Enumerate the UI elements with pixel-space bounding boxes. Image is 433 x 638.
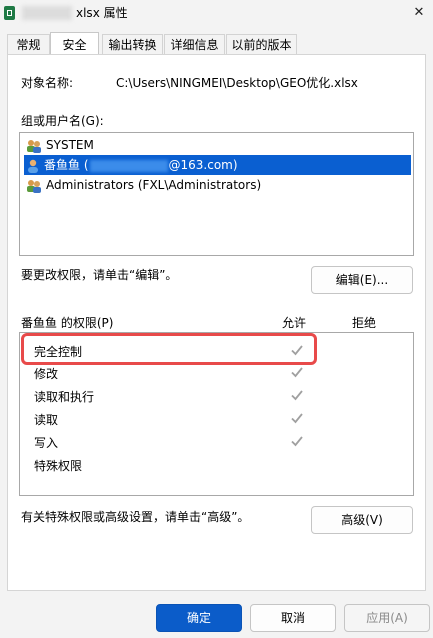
users-group-icon	[27, 179, 41, 193]
perm-modify: 修改	[34, 367, 59, 381]
perm-write: 写入	[34, 436, 59, 450]
annotation-highlight-box	[21, 333, 317, 365]
user-icon	[28, 159, 38, 173]
user-row-administrators[interactable]: Administrators (FXL\Administrators)	[24, 175, 411, 195]
users-group-icon	[27, 139, 41, 153]
tab-bar: 常规 安全 输出转换 详细信息 以前的版本	[0, 32, 433, 55]
perm-read-execute: 读取和执行	[34, 390, 95, 404]
apply-button[interactable]: 应用(A)	[344, 604, 430, 632]
user-name: Administrators (FXL\Administrators)	[46, 178, 262, 192]
groups-label: 组或用户名(G):	[21, 114, 104, 128]
cancel-button[interactable]: 取消	[250, 604, 336, 632]
excel-file-icon	[4, 6, 15, 20]
allow-column-header: 允许	[282, 316, 307, 330]
users-listbox[interactable]: SYSTEM 番鱼鱼 ( @163.com) Administrators (FX…	[19, 132, 414, 256]
check-icon	[291, 436, 303, 447]
perm-special: 特殊权限	[34, 459, 83, 473]
window-title: xlsx 属性	[76, 6, 128, 20]
object-name-label: 对象名称:	[21, 76, 74, 90]
tab-security[interactable]: 安全	[50, 32, 99, 54]
check-icon	[291, 367, 303, 378]
check-icon	[291, 390, 303, 401]
tab-details[interactable]: 详细信息	[164, 34, 225, 54]
tab-previous-versions[interactable]: 以前的版本	[226, 34, 297, 54]
close-button[interactable]: ✕	[408, 2, 430, 24]
user-name: SYSTEM	[46, 138, 94, 152]
user-name-prefix: 番鱼鱼 (	[44, 158, 89, 172]
user-row-fanyuyu[interactable]: 番鱼鱼 ( @163.com)	[24, 155, 411, 175]
object-name-value: C:\Users\NINGMEI\Desktop\GEO优化.xlsx	[116, 76, 358, 90]
tab-general[interactable]: 常规	[7, 34, 50, 54]
check-icon	[291, 413, 303, 424]
deny-column-header: 拒绝	[352, 316, 377, 330]
redacted-email	[89, 159, 168, 172]
advanced-hint: 有关特殊权限或高级设置，请单击“高级”。	[21, 510, 250, 524]
title-bar: xlsx 属性 ✕	[0, 0, 433, 28]
user-name-suffix: @163.com)	[168, 158, 238, 172]
permissions-label: 番鱼鱼 的权限(P)	[21, 316, 114, 330]
redacted-filename	[22, 6, 72, 20]
edit-hint: 要更改权限，请单击“编辑”。	[21, 268, 178, 282]
ok-button[interactable]: 确定	[156, 604, 242, 632]
tab-output-conversion[interactable]: 输出转换	[102, 34, 163, 54]
edit-button[interactable]: 编辑(E)...	[311, 266, 413, 294]
close-icon: ✕	[413, 5, 425, 20]
advanced-button[interactable]: 高级(V)	[311, 506, 413, 534]
perm-read: 读取	[34, 413, 59, 427]
user-row-system[interactable]: SYSTEM	[24, 135, 411, 155]
